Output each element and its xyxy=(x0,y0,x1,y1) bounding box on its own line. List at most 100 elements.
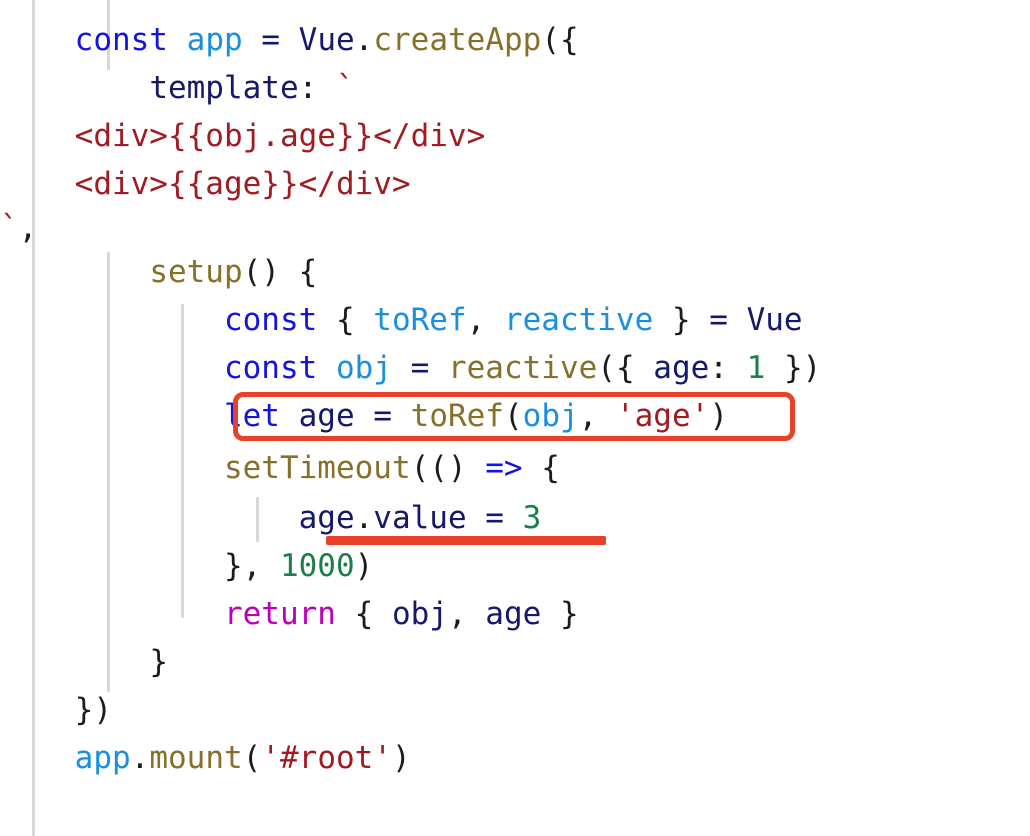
code-token: 1000 xyxy=(279,548,355,584)
code-line[interactable]: app.mount('#root') xyxy=(0,734,411,782)
code-token: ({ xyxy=(597,350,654,386)
code-token: => xyxy=(485,450,523,486)
code-token: (() xyxy=(410,450,486,486)
code-token: } xyxy=(653,302,710,338)
code-token: = xyxy=(410,350,430,386)
code-line[interactable]: const obj = reactive({ age: 1 }) xyxy=(0,344,821,392)
code-token: template xyxy=(149,70,299,106)
code-token: reactive xyxy=(447,350,598,386)
code-token: }, xyxy=(223,548,280,584)
code-line[interactable]: <div>{{obj.age}}</div> xyxy=(0,112,486,160)
code-token: 3 xyxy=(522,500,542,536)
code-token: { xyxy=(317,302,374,338)
code-token: ) xyxy=(354,548,374,584)
code-token: <div>{{age}}</div> xyxy=(74,166,411,202)
code-token: , xyxy=(18,210,38,246)
code-token: const xyxy=(74,22,168,58)
code-token: { xyxy=(522,450,560,486)
code-token: toRef xyxy=(410,398,504,434)
code-token: = xyxy=(261,22,280,58)
code-token: Vue xyxy=(746,302,803,338)
code-token: }) xyxy=(74,692,112,728)
code-token: '#root' xyxy=(261,740,392,776)
code-token: , xyxy=(466,302,504,338)
code-token: const xyxy=(223,350,318,386)
code-token: . xyxy=(130,740,150,776)
code-token: ) xyxy=(709,398,728,434)
code-line[interactable]: setup() { xyxy=(0,248,317,296)
code-token: = xyxy=(373,398,392,434)
code-token: , xyxy=(447,596,486,632)
code-token: }) xyxy=(765,350,822,386)
code-line[interactable]: const { toRef, reactive } = Vue xyxy=(0,296,803,344)
code-editor-surface[interactable]: const app = Vue.createApp({ template: ` … xyxy=(0,0,1030,836)
code-token: . xyxy=(354,500,374,536)
code-token: obj xyxy=(335,350,392,386)
code-token: app xyxy=(186,22,243,58)
code-token: Vue xyxy=(298,22,355,58)
code-line[interactable]: age.value = 3 xyxy=(0,494,542,542)
code-line[interactable]: let age = toRef(obj, 'age') xyxy=(0,392,728,440)
code-token: ) xyxy=(391,740,411,776)
code-line[interactable]: template: ` xyxy=(0,64,355,112)
code-token: { xyxy=(335,596,392,632)
code-token: ({ xyxy=(541,22,579,58)
code-line[interactable]: `, xyxy=(0,204,37,252)
code-token: value xyxy=(373,500,467,536)
code-token: } xyxy=(149,644,168,680)
code-token: return xyxy=(223,596,336,632)
code-token: setup xyxy=(149,254,243,290)
code-line[interactable]: return { obj, age } xyxy=(0,590,579,638)
code-line[interactable]: const app = Vue.createApp({ xyxy=(0,16,579,64)
code-token: () { xyxy=(242,254,318,290)
code-token: const xyxy=(223,302,318,338)
code-token: obj xyxy=(522,398,579,434)
code-token: createApp xyxy=(373,22,542,58)
code-line[interactable]: }) xyxy=(0,686,112,734)
code-token: age xyxy=(298,500,355,536)
code-line[interactable]: } xyxy=(0,638,168,686)
code-token: , xyxy=(578,398,616,434)
code-token: 'age' xyxy=(615,398,710,434)
code-token: ` xyxy=(335,70,355,106)
code-token: age xyxy=(298,398,355,434)
code-token: mount xyxy=(149,740,243,776)
code-token: : xyxy=(709,350,747,386)
code-token: } xyxy=(541,596,579,632)
code-line[interactable]: setTimeout(() => { xyxy=(0,444,560,492)
code-token: ( xyxy=(242,740,262,776)
code-token: age xyxy=(653,350,710,386)
code-token: ` xyxy=(0,210,19,246)
code-token: = xyxy=(485,500,504,536)
code-token: let xyxy=(223,398,280,434)
code-line[interactable]: <div>{{age}}</div> xyxy=(0,160,411,208)
code-line[interactable]: }, 1000) xyxy=(0,542,373,590)
code-token: setTimeout xyxy=(223,450,411,486)
code-token: : xyxy=(298,70,318,106)
code-token: reactive xyxy=(503,302,654,338)
code-token: . xyxy=(354,22,374,58)
